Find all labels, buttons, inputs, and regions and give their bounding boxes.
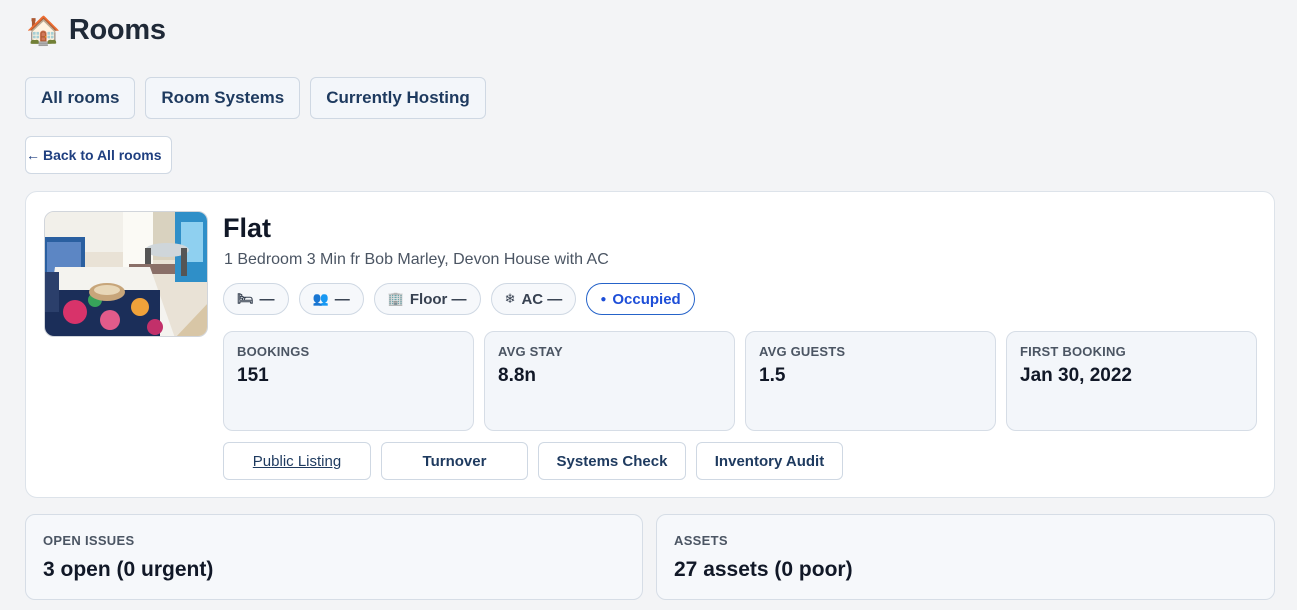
assets-value: 27 assets (0 poor)	[674, 558, 853, 581]
stat-label: FIRST BOOKING	[1020, 344, 1126, 359]
room-photo	[44, 211, 208, 337]
ac-value: AC —	[521, 290, 563, 308]
stat-first-booking: FIRST BOOKING Jan 30, 2022	[1006, 331, 1257, 431]
stat-label: BOOKINGS	[237, 344, 310, 359]
room-attribute-chips: 🛏 — 👥 — 🏢 Floor — ❄ AC — ● Occupied	[223, 283, 695, 315]
assets-card[interactable]: ASSETS 27 assets (0 poor)	[656, 514, 1275, 600]
guests-icon: 👥	[312, 291, 329, 306]
guests-chip: 👥 —	[298, 283, 364, 315]
stat-value: Jan 30, 2022	[1020, 365, 1132, 386]
open-issues-card[interactable]: OPEN ISSUES 3 open (0 urgent)	[25, 514, 643, 600]
assets-label: ASSETS	[674, 533, 728, 548]
tab-currently-hosting[interactable]: Currently Hosting	[310, 77, 486, 119]
open-issues-label: OPEN ISSUES	[43, 533, 135, 548]
stat-value: 151	[237, 365, 269, 386]
tab-bar: All rooms Room Systems Currently Hosting	[25, 77, 486, 119]
stat-label: AVG STAY	[498, 344, 563, 359]
ac-chip: ❄ AC —	[490, 283, 577, 315]
bedrooms-chip: 🛏 —	[223, 283, 289, 315]
arrow-left-icon: ←	[26, 147, 40, 163]
open-issues-value: 3 open (0 urgent)	[43, 558, 214, 581]
room-actions: Public Listing Turnover Systems Check In…	[223, 442, 843, 480]
room-title: Flat	[223, 213, 272, 243]
house-icon: 🏠	[26, 14, 61, 46]
snowflake-icon: ❄	[504, 291, 516, 306]
bed-icon: 🛏	[237, 291, 254, 306]
tab-all-rooms[interactable]: All rooms	[25, 77, 136, 119]
page-header: 🏠 Rooms	[26, 14, 166, 47]
building-icon: 🏢	[387, 291, 404, 306]
status-badge: ● Occupied	[586, 283, 695, 315]
stat-label: AVG GUESTS	[759, 344, 846, 359]
room-photo-image	[45, 212, 207, 336]
status-dot-icon: ●	[600, 293, 607, 305]
stat-avg-guests: AVG GUESTS 1.5	[745, 331, 996, 431]
stat-bookings: BOOKINGS 151	[223, 331, 474, 431]
turnover-button[interactable]: Turnover	[381, 442, 528, 480]
page-title: Rooms	[68, 14, 166, 46]
bedrooms-value: —	[259, 290, 275, 308]
back-to-all-rooms-button[interactable]: ← Back to All rooms	[25, 136, 172, 174]
tab-room-systems[interactable]: Room Systems	[145, 77, 301, 119]
stat-value: 1.5	[759, 365, 786, 386]
stat-value: 8.8n	[498, 365, 537, 386]
systems-check-button[interactable]: Systems Check	[538, 442, 686, 480]
inventory-audit-button[interactable]: Inventory Audit	[696, 442, 843, 480]
public-listing-link[interactable]: Public Listing	[223, 442, 371, 480]
room-stats: BOOKINGS 151 AVG STAY 8.8n AVG GUESTS 1.…	[223, 331, 1257, 431]
guests-value: —	[334, 290, 350, 308]
stat-avg-stay: AVG STAY 8.8n	[484, 331, 735, 431]
back-button-label: Back to All rooms	[43, 147, 162, 163]
room-subtitle: 1 Bedroom 3 Min fr Bob Marley, Devon Hou…	[224, 251, 609, 268]
status-text: Occupied	[612, 290, 681, 308]
floor-chip: 🏢 Floor —	[373, 283, 481, 315]
room-card: Flat 1 Bedroom 3 Min fr Bob Marley, Devo…	[25, 191, 1275, 498]
floor-value: Floor —	[409, 290, 467, 308]
